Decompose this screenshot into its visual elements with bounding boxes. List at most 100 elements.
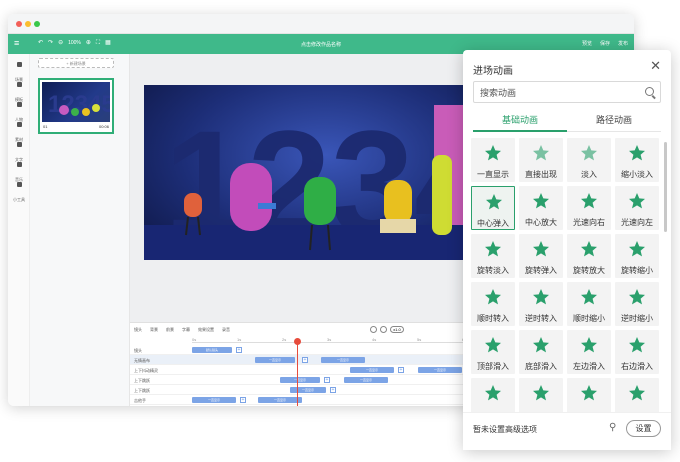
animation-option-label: 旋转淡入: [477, 266, 509, 275]
animation-option[interactable]: 逆时缩小: [615, 282, 659, 326]
template-icon: [16, 82, 22, 87]
timeline-tool-effects[interactable]: 效果设置: [198, 327, 214, 333]
animation-option[interactable]: 顶部滑入: [471, 330, 515, 374]
animation-option[interactable]: 右边滑入: [615, 330, 659, 374]
stage-canvas[interactable]: 12345: [144, 85, 474, 260]
scene-duration: 00:06: [98, 124, 109, 129]
scene-thumbnail[interactable]: 12345 01 00:06: [38, 78, 114, 134]
panel-title: 进场动画: [473, 66, 513, 77]
star-icon: [485, 145, 501, 161]
advanced-options-status: 暂未设置高级选项: [473, 425, 537, 434]
animation-option-label: 旋转缩小: [621, 266, 653, 275]
animation-option[interactable]: 顺时转入: [471, 282, 515, 326]
nav-item-tools[interactable]: 小工具: [8, 182, 30, 206]
star-icon: [629, 289, 645, 305]
timeline-tool-record[interactable]: 录音: [222, 327, 230, 333]
animation-option-label: 右边滑入: [621, 362, 653, 371]
star-icon: [485, 241, 501, 257]
search-input[interactable]: [480, 85, 630, 100]
timeline-tools: 镜头 背景 前景 字幕 效果设置 录音: [134, 327, 230, 333]
close-window-button[interactable]: [16, 21, 22, 27]
animation-option[interactable]: 逆时转入: [519, 282, 563, 326]
animation-option[interactable]: 直接出现: [519, 138, 563, 182]
minimize-window-button[interactable]: [25, 21, 31, 27]
settings-button[interactable]: 设置: [626, 420, 661, 437]
star-icon: [533, 385, 549, 401]
timeline-clip[interactable]: 一直显示: [418, 367, 462, 373]
animation-option-label: 缩小淡入: [621, 170, 653, 179]
animation-option[interactable]: 光速向左: [615, 186, 659, 230]
animation-option[interactable]: 中心放大: [519, 186, 563, 230]
publish-button[interactable]: 发布: [618, 40, 628, 47]
scene-number: 01: [43, 124, 48, 129]
animation-option[interactable]: 光速向右: [567, 186, 611, 230]
speed-control[interactable]: x1.0: [390, 326, 404, 333]
material-icon: [16, 122, 22, 127]
add-clip-icon[interactable]: +: [236, 347, 242, 353]
animation-option[interactable]: 旋转放大: [567, 234, 611, 278]
add-clip-icon[interactable]: +: [240, 397, 246, 403]
add-clip-icon[interactable]: +: [330, 387, 336, 393]
animation-option-label: 逆时缩小: [621, 314, 653, 323]
animation-option[interactable]: 旋转缩小: [615, 234, 659, 278]
add-scene-button[interactable]: + 新建场景: [38, 58, 114, 68]
animation-option[interactable]: 顺时缩小: [567, 282, 611, 326]
tab-basic-animation[interactable]: 基础动画: [473, 113, 567, 132]
ruler-tick: 2s: [282, 337, 287, 342]
svg-text:12345: 12345: [48, 91, 110, 118]
left-navigation: 场景 模板 人物 素材 文字 音乐 小工具: [8, 54, 30, 406]
star-icon: [629, 241, 645, 257]
save-button[interactable]: 保存: [600, 40, 610, 47]
preview-button[interactable]: 预览: [582, 40, 592, 47]
timeline-clip[interactable]: 一直显示: [255, 357, 295, 363]
search-box: [473, 81, 661, 103]
search-icon[interactable]: [645, 87, 654, 96]
grid-scrollbar[interactable]: [664, 142, 667, 232]
add-clip-icon[interactable]: +: [324, 377, 330, 383]
timeline-clip[interactable]: 一直显示: [290, 387, 326, 393]
play-icon[interactable]: [370, 326, 377, 333]
timeline-clip[interactable]: 一直显示: [258, 397, 302, 403]
animation-option[interactable]: 淡入: [567, 138, 611, 182]
animation-option-label: 中心弹入: [477, 219, 509, 228]
animation-option[interactable]: 一直显示: [471, 138, 515, 182]
animation-option[interactable]: 中心弹入: [471, 186, 515, 230]
add-clip-icon[interactable]: +: [302, 357, 308, 363]
character-icon: [16, 102, 22, 107]
tab-path-animation[interactable]: 路径动画: [567, 113, 661, 132]
animation-option[interactable]: 左边滑入: [567, 330, 611, 374]
timeline-clip[interactable]: 一直显示: [280, 377, 320, 383]
animation-option-label: 底部滑入: [525, 362, 557, 371]
close-icon[interactable]: ✕: [650, 59, 661, 72]
project-title[interactable]: 点击修改作品名称: [8, 41, 634, 48]
timeline-playhead[interactable]: [294, 338, 301, 406]
timeline-tool-background[interactable]: 背景: [150, 327, 158, 333]
timeline-clip[interactable]: 一直显示: [344, 377, 388, 383]
timeline-tool-camera[interactable]: 镜头: [134, 327, 142, 333]
character-lime-saxophonist: [432, 155, 452, 235]
stop-icon[interactable]: [380, 326, 387, 333]
add-clip-icon[interactable]: +: [398, 367, 404, 373]
window-titlebar: [8, 14, 634, 34]
animation-option[interactable]: 旋转弹入: [519, 234, 563, 278]
timeline-clip[interactable]: 一直显示: [321, 357, 365, 363]
track-name: 上下抖动精灵: [134, 368, 158, 373]
timeline-clip[interactable]: 一直显示: [192, 397, 236, 403]
clear-icon[interactable]: ⚲: [609, 422, 616, 433]
animation-option[interactable]: 底部滑入: [519, 330, 563, 374]
animation-option[interactable]: 缩小淡入: [615, 138, 659, 182]
scene-list: + 新建场景 12345 01 00:06: [30, 54, 130, 406]
animation-option[interactable]: 旋转淡入: [471, 234, 515, 278]
timeline-clip[interactable]: 默认镜头: [192, 347, 232, 353]
timeline-tool-subtitle[interactable]: 字幕: [182, 327, 190, 333]
track-name: 镜头: [134, 348, 142, 353]
timeline-tool-foreground[interactable]: 前景: [166, 327, 174, 333]
timeline-clip[interactable]: 一直显示: [350, 367, 394, 373]
ruler-tick: 5s: [417, 337, 422, 342]
character-purple-singer: [230, 163, 276, 231]
animation-option-label: 左边滑入: [573, 362, 605, 371]
animation-option-label: 直接出现: [525, 170, 557, 179]
tools-icon: [16, 182, 22, 187]
animation-option-label: 逆时转入: [525, 314, 557, 323]
maximize-window-button[interactable]: [34, 21, 40, 27]
